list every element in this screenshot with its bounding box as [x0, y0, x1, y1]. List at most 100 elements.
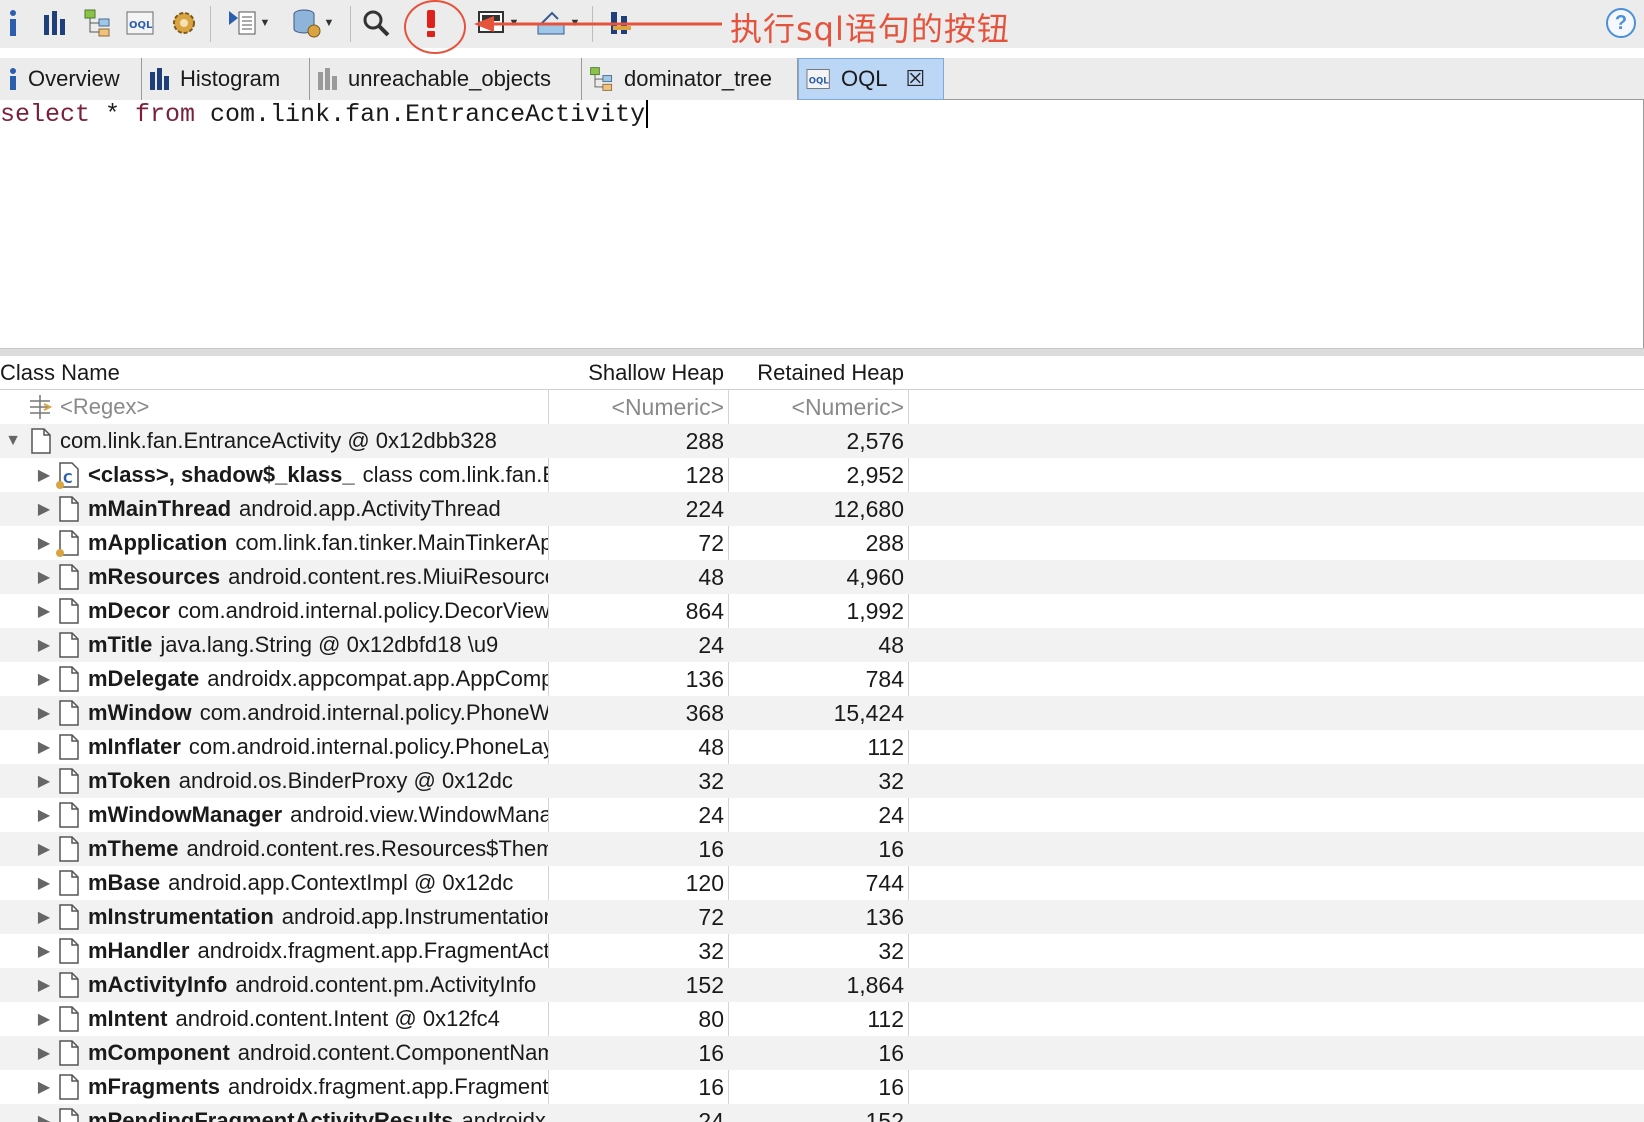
expand-triangle-icon[interactable]: ▶: [34, 771, 54, 791]
expand-triangle-icon[interactable]: ▶: [34, 941, 54, 961]
object-icon: [54, 665, 88, 693]
table-row[interactable]: ▶ mActivityInfo android.content.pm.Activit…: [0, 968, 1644, 1002]
dominator-tree-icon[interactable]: [80, 5, 116, 41]
oql-query-editor[interactable]: select * from com.link.fan.EntranceActiv…: [0, 100, 1644, 348]
retained-heap: 16: [878, 1040, 904, 1066]
expand-triangle-icon[interactable]: ▶: [34, 1111, 54, 1122]
expand-triangle-icon[interactable]: ▶: [34, 703, 54, 723]
expand-triangle-icon[interactable]: ▶: [34, 499, 54, 519]
shallow-heap: 16: [698, 1040, 724, 1066]
table-row[interactable]: ▶ mDecor com.android.internal.policy.Decor…: [0, 594, 1644, 628]
tab-histogram[interactable]: Histogram: [142, 58, 310, 100]
tab-label: Overview: [28, 66, 120, 91]
table-row[interactable]: ▶ mInstrumentation android.app.Instrumenta…: [0, 900, 1644, 934]
field-value: androidx.fragment.app.FragmentActivity: [197, 938, 548, 963]
retained-heap: 32: [878, 938, 904, 964]
table-row-root[interactable]: ▼ com.link.fan.EntranceActivity @ 0x12dbb…: [0, 424, 1644, 458]
expand-triangle-icon[interactable]: ▶: [34, 533, 54, 553]
expand-triangle-icon[interactable]: ▶: [34, 1009, 54, 1029]
table-row[interactable]: ▶ mHandler androidx.fragment.app.FragmentA…: [0, 934, 1644, 968]
database-dropdown-icon[interactable]: ▼: [284, 5, 340, 41]
table-row[interactable]: ▶ C <class>, shadow$_klass_ class com.link.…: [0, 458, 1644, 492]
table-row[interactable]: ▶ mToken android.os.BinderProxy @ 0x12dc 32…: [0, 764, 1644, 798]
tab-dominator-tree[interactable]: dominator_tree: [582, 58, 798, 100]
expand-triangle-icon[interactable]: ▶: [34, 567, 54, 587]
column-header-shallow-heap[interactable]: Shallow Heap: [550, 356, 724, 390]
object-icon: [54, 631, 88, 659]
retained-heap: 32: [878, 768, 904, 794]
retained-heap: 112: [867, 1006, 904, 1032]
retained-heap: 2,576: [846, 428, 904, 454]
regex-filter[interactable]: <Regex>: [60, 394, 149, 420]
table-row[interactable]: ▶ mWindowManager android.view.WindowManage…: [0, 798, 1644, 832]
shallow-heap: 152: [685, 972, 724, 998]
close-tab-icon[interactable]: ☒: [905, 66, 925, 92]
tab-overview[interactable]: Overview: [0, 58, 142, 100]
field-value: android.content.ComponentName: [237, 1040, 548, 1065]
info-icon[interactable]: [2, 5, 24, 41]
expand-triangle-icon[interactable]: ▶: [34, 805, 54, 825]
editor-results-splitter[interactable]: [0, 348, 1644, 356]
numeric-filter-retained[interactable]: <Numeric>: [730, 390, 904, 424]
table-row[interactable]: ▶ mTheme android.content.res.Resources$The…: [0, 832, 1644, 866]
expand-triangle-icon[interactable]: ▶: [34, 669, 54, 689]
oql-icon: OQL: [806, 69, 830, 89]
field-value: android.content.Intent @ 0x12fc4: [175, 1006, 500, 1031]
table-row[interactable]: ▶ mIntent android.content.Intent @ 0x12fc4…: [0, 1002, 1644, 1036]
search-icon[interactable]: [358, 5, 394, 41]
shallow-heap: 72: [698, 530, 724, 556]
tab-label: dominator_tree: [624, 66, 772, 91]
shallow-heap: 24: [698, 632, 724, 658]
query-star: *: [90, 100, 136, 129]
table-row[interactable]: ▶ mComponent android.content.ComponentName…: [0, 1036, 1644, 1070]
shallow-heap: 368: [685, 700, 724, 726]
table-row[interactable]: ▶ mDelegate androidx.appcompat.app.AppComp…: [0, 662, 1644, 696]
tab-unreachable-objects[interactable]: unreachable_objects: [310, 58, 582, 100]
keyword-select: select: [0, 100, 91, 129]
collapse-triangle-icon[interactable]: ▼: [0, 432, 26, 450]
table-row[interactable]: ▶ mResources android.content.res.MiuiResou…: [0, 560, 1644, 594]
expand-triangle-icon[interactable]: ▶: [34, 873, 54, 893]
results-table: Class Name Shallow Heap Retained Heap <R…: [0, 356, 1644, 1122]
svg-text:OQL: OQL: [809, 76, 830, 86]
report-dropdown-icon[interactable]: ▼: [220, 5, 276, 41]
field-name: mActivityInfo: [88, 972, 228, 997]
retained-heap: 2,952: [846, 462, 904, 488]
editor-tabs: Overview Histogram unreachable_objects d…: [0, 58, 1644, 100]
expand-triangle-icon[interactable]: ▶: [34, 839, 54, 859]
expand-triangle-icon[interactable]: ▶: [34, 601, 54, 621]
expand-triangle-icon[interactable]: ▶: [34, 465, 54, 485]
tab-oql[interactable]: OQL OQL ☒: [798, 58, 944, 100]
retained-heap: 1,992: [846, 598, 904, 624]
shallow-heap: 48: [698, 734, 724, 760]
regex-filter-icon: [26, 393, 60, 421]
column-header-class-name[interactable]: Class Name: [0, 356, 540, 390]
expand-triangle-icon[interactable]: ▶: [34, 635, 54, 655]
oql-icon[interactable]: OQL: [124, 5, 158, 41]
field-name: mWindow: [88, 700, 192, 725]
help-button[interactable]: ?: [1606, 8, 1636, 38]
table-row[interactable]: ▶ mInflater com.android.internal.policy.Ph…: [0, 730, 1644, 764]
query-text[interactable]: select * from com.link.fan.EntranceActiv…: [0, 100, 649, 130]
object-icon: [54, 971, 88, 999]
table-row[interactable]: ▶ mWindow com.android.internal.policy.Phon…: [0, 696, 1644, 730]
shallow-heap: 32: [698, 768, 724, 794]
numeric-filter-shallow[interactable]: <Numeric>: [550, 390, 724, 424]
filter-row[interactable]: <Regex> <Numeric> <Numeric>: [0, 390, 1644, 424]
table-row[interactable]: ▶ mTitle java.lang.String @ 0x12dbfd18 \u9…: [0, 628, 1644, 662]
expand-triangle-icon[interactable]: ▶: [34, 1077, 54, 1097]
column-header-retained-heap[interactable]: Retained Heap: [730, 356, 904, 390]
gear-icon[interactable]: [166, 5, 202, 41]
histogram-icon[interactable]: [38, 5, 72, 41]
table-row[interactable]: ▶ mBase android.app.ContextImpl @ 0x12dc 12…: [0, 866, 1644, 900]
table-row[interactable]: ▶ mMainThread android.app.ActivityThread 22…: [0, 492, 1644, 526]
expand-triangle-icon[interactable]: ▶: [34, 737, 54, 757]
expand-triangle-icon[interactable]: ▶: [34, 907, 54, 927]
text-caret: [646, 100, 649, 129]
table-row[interactable]: ▶ mApplication com.link.fan.tinker.MainTin…: [0, 526, 1644, 560]
expand-triangle-icon[interactable]: ▶: [34, 975, 54, 995]
expand-triangle-icon[interactable]: ▶: [34, 1043, 54, 1063]
table-row[interactable]: ▶ mFragments androidx.fragment.app.Fragmen…: [0, 1070, 1644, 1104]
field-value: android.content.res.Resources$Theme: [186, 836, 548, 861]
table-row[interactable]: ▶ mPendingFragmentActivityResults androidx…: [0, 1104, 1644, 1122]
